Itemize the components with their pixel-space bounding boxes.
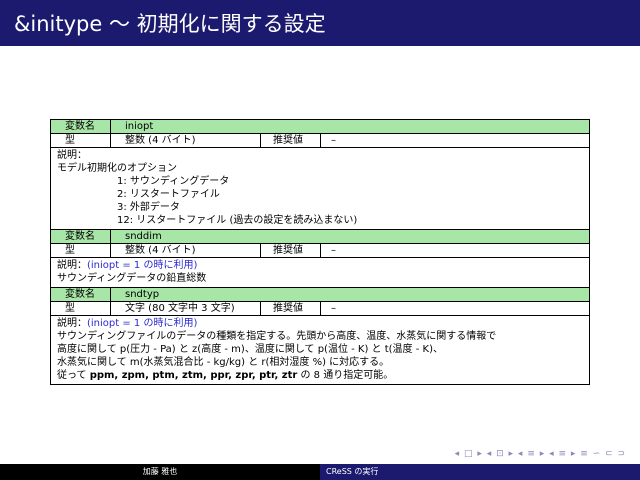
desc-row-sndtyp: 説明：(iniopt = 1 の時に利用) サウンディングファイルのデータの種類…	[51, 316, 589, 384]
slide-title: &initype 〜 初期化に関する設定	[14, 12, 326, 36]
type-row-sndtyp: 型 文字 (80 文字中 3 文字) 推奨値 –	[51, 302, 589, 316]
type-value: 整数 (4 バイト)	[111, 134, 261, 147]
type-value: 文字 (80 文字中 3 文字)	[111, 302, 261, 315]
recommended-label: 推奨値	[261, 302, 321, 315]
desc-text: サウンディングファイルのデータの種類を指定する。先頭から高度、温度、水蒸気に関す…	[57, 331, 497, 342]
var-label: 変数名	[51, 230, 111, 243]
option-item: 2: リスタートファイル	[117, 189, 220, 200]
var-name: snddim	[125, 231, 162, 242]
desc-text: モデル初期化のオプション	[57, 163, 177, 174]
desc-text: 高度に関して p(圧力 - Pa) と z(高度 - m)、温度に関して p(温…	[57, 344, 443, 355]
recommended-value: –	[331, 245, 336, 256]
option-item: 12: リスタートファイル (過去の設定を読み込まない)	[117, 215, 358, 226]
footer-author: 加藤 雅也	[0, 464, 320, 480]
usage-condition: (iniopt = 1 の時に利用)	[87, 260, 198, 271]
beamer-navigation-icons[interactable]: ◂ □ ▸ ◂ ⊡ ▸ ◂ ≡ ▸ ◂ ≡ ▸ ≡ ∽ ⊂ ⊃	[455, 449, 626, 459]
type-label: 型	[51, 244, 111, 257]
var-label: 変数名	[51, 288, 111, 301]
var-label: 変数名	[51, 120, 111, 133]
footer-bar: 加藤 雅也 CReSS の実行	[0, 464, 640, 480]
desc-text: サウンディングデータの鉛直総数	[57, 273, 207, 284]
var-header-row-snddim: 変数名 snddim	[51, 230, 589, 244]
recommended-label: 推奨値	[261, 134, 321, 147]
recommended-label: 推奨値	[261, 244, 321, 257]
type-row-snddim: 型 整数 (4 バイト) 推奨値 –	[51, 244, 589, 258]
var-name: iniopt	[125, 121, 154, 132]
option-codes: ppm, zpm, ptm, ztm, ppr, zpr, ptr, ztr	[89, 370, 298, 381]
type-row-iniopt: 型 整数 (4 バイト) 推奨値 –	[51, 134, 589, 148]
var-header-row-iniopt: 変数名 iniopt	[51, 120, 589, 134]
desc-text: 水蒸気に関して m(水蒸気混合比 - kg/kg) と r(相対湿度 %) に対…	[57, 357, 390, 368]
desc-label: 説明：	[57, 260, 87, 271]
type-label: 型	[51, 302, 111, 315]
desc-row-snddim: 説明：(iniopt = 1 の時に利用) サウンディングデータの鉛直総数	[51, 258, 589, 288]
desc-text-options: 従って ppm, zpm, ptm, ztm, ppr, zpr, ptr, z…	[57, 369, 496, 382]
desc-text: 従って	[57, 370, 90, 381]
var-header-row-sndtyp: 変数名 sndtyp	[51, 288, 589, 302]
type-label: 型	[51, 134, 111, 147]
type-value: 整数 (4 バイト)	[111, 244, 261, 257]
var-name: sndtyp	[125, 289, 160, 300]
parameter-table: 変数名 iniopt 型 整数 (4 バイト) 推奨値 – 説明： モデル初期化…	[50, 119, 590, 385]
desc-label: 説明：	[57, 318, 87, 329]
usage-condition: (iniopt = 1 の時に利用)	[87, 318, 198, 329]
option-item: 1: サウンディングデータ	[117, 176, 230, 187]
slide-title-bar: &initype 〜 初期化に関する設定	[0, 0, 640, 46]
desc-text: の 8 通り指定可能。	[297, 370, 394, 381]
desc-label: 説明：	[57, 150, 87, 161]
recommended-value: –	[331, 135, 336, 146]
footer-title: CReSS の実行	[320, 464, 640, 480]
recommended-value: –	[331, 303, 336, 314]
desc-row-iniopt: 説明： モデル初期化のオプション 1: サウンディングデータ 2: リスタートフ…	[51, 148, 589, 230]
option-item: 3: 外部データ	[117, 202, 180, 213]
